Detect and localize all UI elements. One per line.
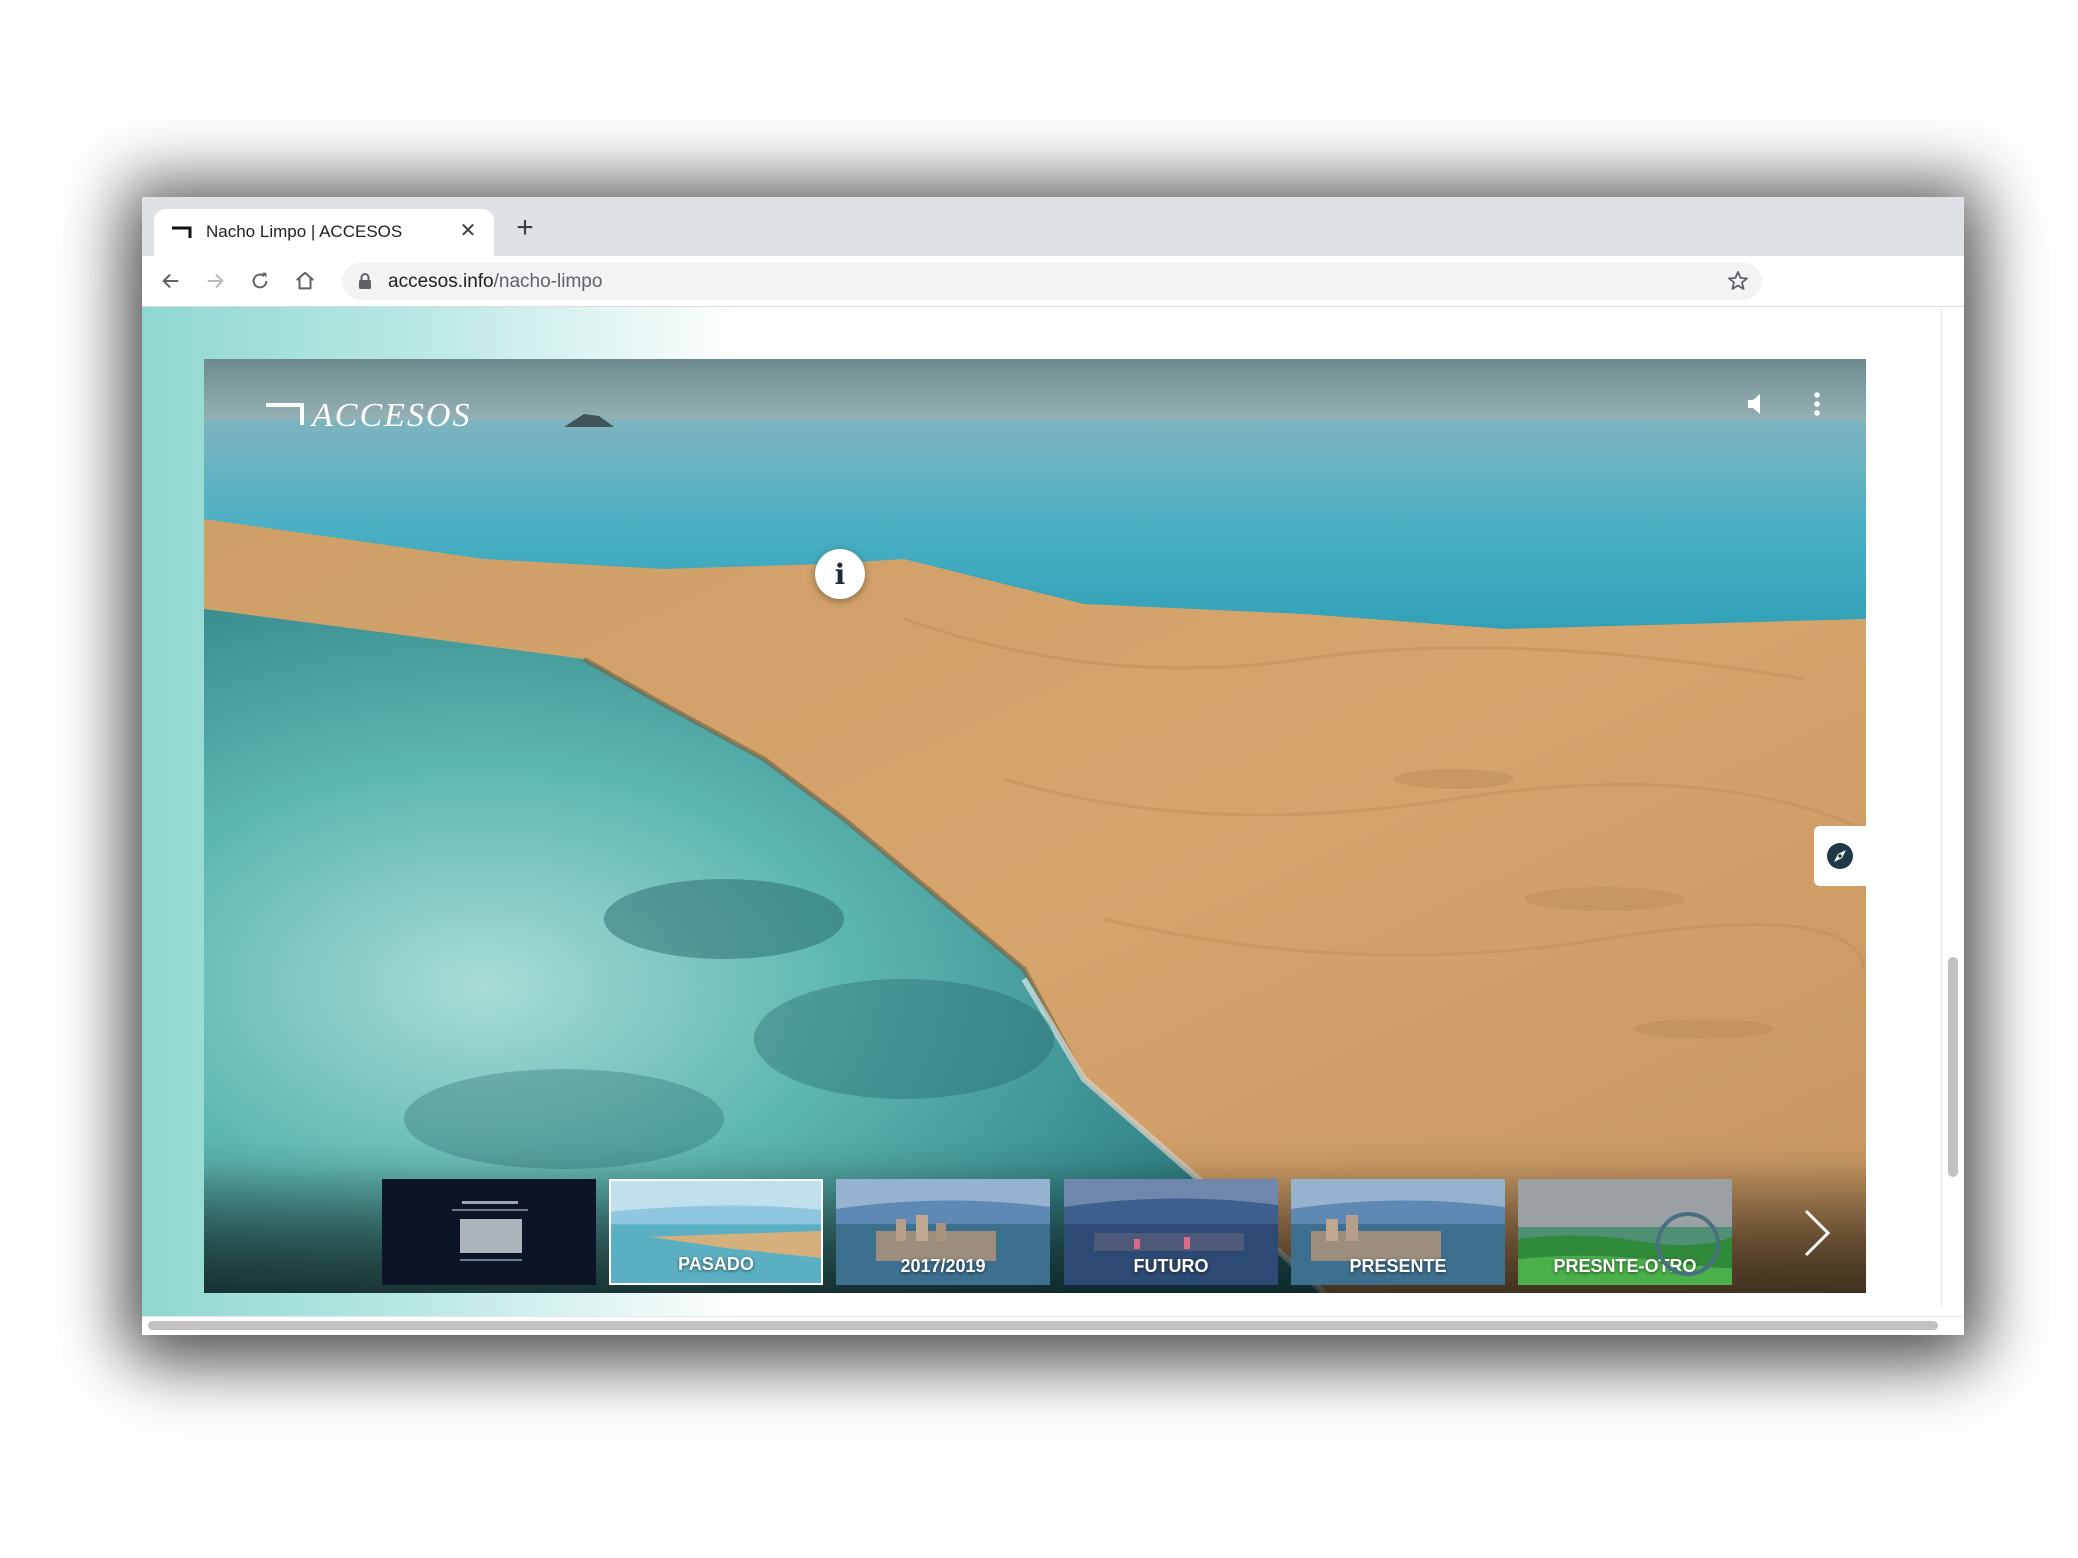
logo-text: ACCESOS [312, 397, 472, 434]
info-hotspot[interactable]: i [815, 549, 865, 599]
home-button[interactable] [290, 266, 320, 296]
page-content: ACCESOS i PASADO 2017/2019 FUTURO PRESEN… [142, 307, 1964, 1335]
scene-thumb-pasado[interactable]: PASADO [609, 1179, 823, 1285]
loading-ring-icon [1656, 1212, 1720, 1276]
scene-label: PRESENTE [1349, 1256, 1447, 1276]
accesos-favicon-icon [172, 226, 192, 238]
more-vert-icon[interactable] [1802, 389, 1832, 419]
next-chevron-icon[interactable] [1802, 1207, 1832, 1259]
scene-label: FUTURO [1133, 1256, 1209, 1276]
scene-thumb-futuro[interactable]: FUTURO [1064, 1179, 1278, 1285]
horizontal-scrollbar[interactable] [142, 1316, 1964, 1335]
panorama-viewer[interactable]: ACCESOS i PASADO 2017/2019 FUTURO PRESEN… [204, 359, 1866, 1293]
browser-toolbar: accesos.info/nacho-limpo [142, 256, 1964, 307]
url-text: accesos.info/nacho-limpo [388, 271, 602, 293]
home-icon [296, 271, 314, 290]
scene-label: 2017/2019 [900, 1256, 986, 1276]
url-path: /nacho-limpo [493, 271, 603, 292]
forward-arrow-icon [207, 273, 224, 289]
scene-thumb-intro[interactable] [382, 1179, 596, 1285]
scene-label: PASADO [678, 1254, 754, 1274]
accesos-logo[interactable]: ACCESOS [266, 397, 469, 437]
back-arrow-icon [162, 273, 179, 289]
panorama-scene[interactable] [204, 359, 1866, 1293]
logo-mark-icon [266, 403, 304, 425]
intro-thumb-image [382, 1179, 596, 1285]
horizontal-scroll-thumb[interactable] [148, 1321, 1938, 1330]
back-button[interactable] [156, 266, 186, 296]
vertical-scroll-thumb[interactable] [1948, 957, 1958, 1177]
scene-thumbnail-bar: PASADO 2017/2019 FUTURO PRESENTE PRESNTE… [204, 1163, 1866, 1293]
close-icon[interactable]: ✕ [456, 219, 480, 243]
scene-thumb-presente[interactable]: PRESENTE [1291, 1179, 1505, 1285]
reload-icon [252, 272, 268, 289]
forward-button[interactable] [200, 266, 230, 296]
compass-icon [1827, 843, 1853, 869]
lock-icon [359, 273, 371, 289]
url-host: accesos.info [388, 271, 494, 292]
browser-window: Nacho Limpo | ACCESOS ✕ + accesos.info/n… [142, 197, 1964, 1335]
vertical-scrollbar[interactable] [1941, 307, 1964, 1307]
sound-icon[interactable] [1742, 389, 1772, 419]
new-tab-button[interactable]: + [510, 213, 540, 243]
browser-tab[interactable]: Nacho Limpo | ACCESOS ✕ [154, 209, 494, 256]
compass-button[interactable] [1814, 826, 1866, 886]
address-bar[interactable]: accesos.info/nacho-limpo [342, 262, 1762, 300]
tab-title: Nacho Limpo | ACCESOS [206, 222, 403, 241]
reload-button[interactable] [245, 266, 275, 296]
tab-strip: Nacho Limpo | ACCESOS ✕ + [142, 197, 1964, 256]
star-icon[interactable] [1726, 269, 1750, 293]
scene-thumb-2017-2019[interactable]: 2017/2019 [836, 1179, 1050, 1285]
